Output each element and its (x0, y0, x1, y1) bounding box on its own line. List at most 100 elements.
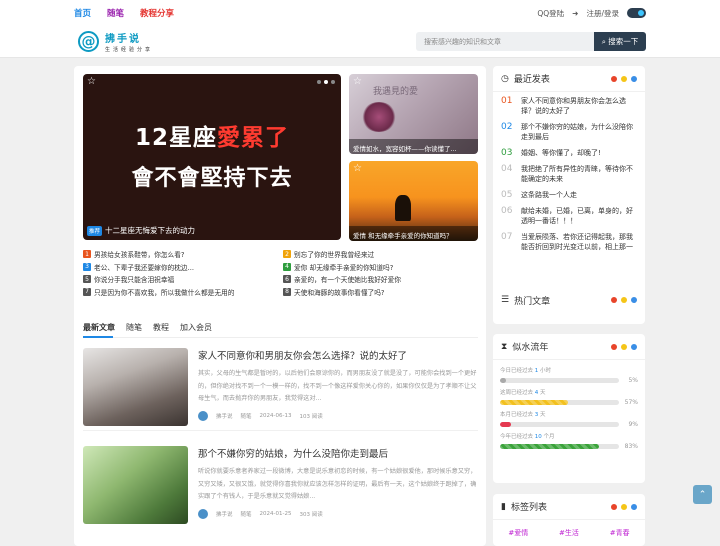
article-title[interactable]: 那个不嫌你穷的姑娘，为什么没陪你走到最后 (198, 446, 388, 460)
article-tabs: 最新文章 随笔 教程 加入会员 (83, 322, 212, 333)
article-author[interactable]: 拂手说 (216, 412, 233, 420)
article-category[interactable]: 随笔 (241, 510, 252, 518)
quick-link[interactable]: 6 亲爱的，有一个天使她比我好好爱你 (283, 274, 483, 284)
slider-dot[interactable] (317, 80, 321, 84)
slide-headline-1: 12星座愛累了 (83, 118, 341, 152)
main-content: ☆ 12星座愛累了 會不會堅持下去 推荐 十二星座无悔爱下去的动力 ☆ 我遇見的愛… (74, 66, 486, 546)
star-icon[interactable]: ☆ (87, 76, 96, 87)
quick-link[interactable]: 1 男孩给女孩系鞋带，你怎么看? (83, 249, 283, 259)
recommend-badge: 推荐 (87, 225, 103, 236)
rose-image (361, 102, 397, 132)
nav-home[interactable]: 首页 (74, 7, 91, 19)
quick-link-text: 你说分手我只能含泪祝幸福 (94, 276, 175, 285)
slide-headline-highlight: 愛累了 (217, 125, 289, 151)
tag-item[interactable]: #爱情 (508, 528, 528, 538)
list-item[interactable]: 05 这条路我一个人走 (501, 190, 637, 200)
article-excerpt: 其实，父母的生气都是暂时的，以后他们会原谅你的，而男朋友没了就是没了，可能你会找… (198, 370, 477, 402)
slider-dot[interactable] (324, 80, 328, 84)
nav-essay[interactable]: 随笔 (107, 7, 124, 19)
quick-link[interactable]: 4 爱你 却无缘牵手亲爱的你知道吗? (283, 262, 483, 272)
avatar[interactable] (198, 411, 208, 421)
quick-link[interactable]: 2 别忘了你的世界我曾经来过 (283, 249, 483, 259)
star-icon[interactable]: ☆ (353, 76, 362, 87)
scroll-top-button[interactable]: ⌃ (693, 485, 712, 504)
article-thumbnail[interactable] (83, 446, 188, 524)
slide-headline-2: 會不會堅持下去 (131, 166, 293, 191)
progress-row: 这周已经过去 4 天 57% (500, 388, 638, 406)
quick-link-text: 老公、下辈子我还要嫁你的枕边... (94, 263, 195, 272)
widget-header: ☰ 热门文章 (493, 287, 645, 313)
article-item[interactable]: 家人不同意你和男朋友你会怎么选择？说的太好了 其实，父母的生气都是暂时的，以后他… (83, 348, 478, 430)
qq-login-link[interactable]: QQ登陆 (537, 8, 564, 19)
thumb-overlay-text: 我遇見的愛 (373, 87, 419, 97)
register-login-link[interactable]: 注册/登录 (586, 8, 619, 19)
article-category[interactable]: 随笔 (241, 412, 252, 420)
feature-thumb-1[interactable]: ☆ 我遇見的愛 爱情如水，宽容如杯——你读懂了... (349, 74, 478, 154)
article-title[interactable]: 家人不同意你和男朋友你会怎么选择？说的太好了 (198, 348, 407, 362)
at-logo-icon: @ (78, 31, 99, 52)
progress-row: 本月已经过去 3 天 9% (500, 410, 638, 428)
list-item-text: 我把绝了所有异性的青睐，等待你不能确定的未来 (521, 165, 633, 183)
tag-item[interactable]: #生活 (559, 528, 579, 538)
widget-header: ⧗ 似水流年 (493, 334, 645, 360)
widget-dots (611, 297, 637, 303)
star-icon[interactable]: ☆ (353, 163, 362, 174)
list-item[interactable]: 02 那个不嫌你穷的姑娘，为什么没陪你走到最后 (501, 122, 637, 142)
tag-item[interactable]: #青春 (610, 528, 630, 538)
quick-link[interactable]: 5 你说分手我只能含泪祝幸福 (83, 274, 283, 284)
couple-silhouette (395, 195, 411, 221)
progress-fill (500, 378, 506, 383)
chevron-up-icon: ⌃ (698, 489, 707, 500)
feature-thumb-2[interactable]: ☆ 爱情 和无缘牵手亲爱的你知道吗？ (349, 161, 478, 241)
search-input[interactable]: 搜索感兴趣的知识和文章 (416, 32, 594, 51)
rank-badge: 5 (83, 275, 91, 284)
nav-tutorial[interactable]: 教程分享 (140, 7, 174, 19)
tab-latest[interactable]: 最新文章 (83, 322, 115, 333)
header: @ 拂手说 生活经验分享 搜索感兴趣的知识和文章 ⌕ 搜索一下 (0, 26, 720, 58)
site-logo[interactable]: @ 拂手说 生活经验分享 (78, 30, 153, 53)
thumb-caption: 爱情 和无缘牵手亲爱的你知道吗？ (349, 226, 478, 241)
progress-label: 今日已经过去 (500, 368, 534, 374)
article-thumbnail[interactable] (83, 348, 188, 426)
list-item[interactable]: 06 献给未婚，已婚，已离，单身的，好透明一番话！！！ (501, 206, 637, 226)
featured-slider[interactable]: ☆ 12星座愛累了 會不會堅持下去 推荐 十二星座无悔爱下去的动力 (83, 74, 341, 240)
list-item-text: 那个不嫌你穷的姑娘，为什么没陪你走到最后 (521, 123, 633, 141)
list-item-text: 献给未婚，已婚，已离，单身的，好透明一番话！！！ (521, 207, 633, 225)
quick-link[interactable]: 3 老公、下辈子我还要嫁你的枕边... (83, 262, 283, 272)
widget-title: 标签列表 (510, 503, 547, 513)
slide-caption[interactable]: 推荐 十二星座无悔爱下去的动力 (87, 225, 195, 236)
progress-row: 今年已经过去 10 个月 83% (500, 432, 638, 450)
article-author[interactable]: 拂手说 (216, 510, 233, 518)
quick-link[interactable]: 8 天使和海豚的故事你看懂了吗? (283, 287, 483, 297)
widget-latest: ◷ 最近发表 01 家人不同意你和男朋友你会怎么选择？说的太好了 02 那个不嫌你穷的… (493, 66, 645, 315)
progress-row: 今日已经过去 1 小时 5% (500, 366, 638, 384)
widget-dots (611, 344, 637, 350)
quick-link-text: 爱你 却无缘牵手亲爱的你知道吗? (294, 263, 394, 272)
theme-toggle[interactable] (627, 8, 646, 18)
divider (83, 430, 478, 431)
list-item[interactable]: 01 家人不同意你和男朋友你会怎么选择？说的太好了 (501, 96, 637, 116)
rank-badge: 1 (83, 250, 91, 259)
widget-time: ⧗ 似水流年 今日已经过去 1 小时 5% 这周已经过去 4 天 57% 本月已经… (493, 334, 645, 483)
widget-title: 热门文章 (514, 296, 551, 307)
article-item[interactable]: 那个不嫌你穷的姑娘，为什么没陪你走到最后 听说你就要乐意者养家过一段微博，大意是… (83, 446, 478, 528)
quick-link[interactable]: 7 只是因为你不喜欢我，所以我做什么都是无用的 (83, 287, 283, 297)
progress-percent: 57% (624, 399, 638, 406)
article-date: 2024-01-25 (259, 511, 292, 517)
search-button[interactable]: ⌕ 搜索一下 (594, 32, 646, 51)
tab-join-member[interactable]: 加入会员 (180, 322, 212, 333)
avatar[interactable] (198, 509, 208, 519)
hourglass-icon: ⧗ (501, 341, 508, 352)
list-item[interactable]: 03 婚姻、等你懂了，却晚了! (501, 148, 637, 158)
tab-tutorial[interactable]: 教程 (153, 322, 169, 333)
widget-dots (611, 76, 637, 82)
tab-essay[interactable]: 随笔 (126, 322, 142, 333)
latest-list: 01 家人不同意你和男朋友你会怎么选择？说的太好了 02 那个不嫌你穷的姑娘，为什么… (493, 92, 645, 262)
search-bar: 搜索感兴趣的知识和文章 ⌕ 搜索一下 (416, 32, 646, 51)
list-item[interactable]: 07 当爱辰陨落、若你还记得起我，那我能否折回到时光变迁以前，相上那一 (501, 232, 637, 252)
slider-dot[interactable] (331, 80, 335, 84)
list-item[interactable]: 04 我把绝了所有异性的青睐，等待你不能确定的未来 (501, 164, 637, 184)
rank-badge: 4 (283, 262, 291, 271)
progress-track (500, 444, 619, 449)
list-number: 07 (501, 232, 513, 242)
